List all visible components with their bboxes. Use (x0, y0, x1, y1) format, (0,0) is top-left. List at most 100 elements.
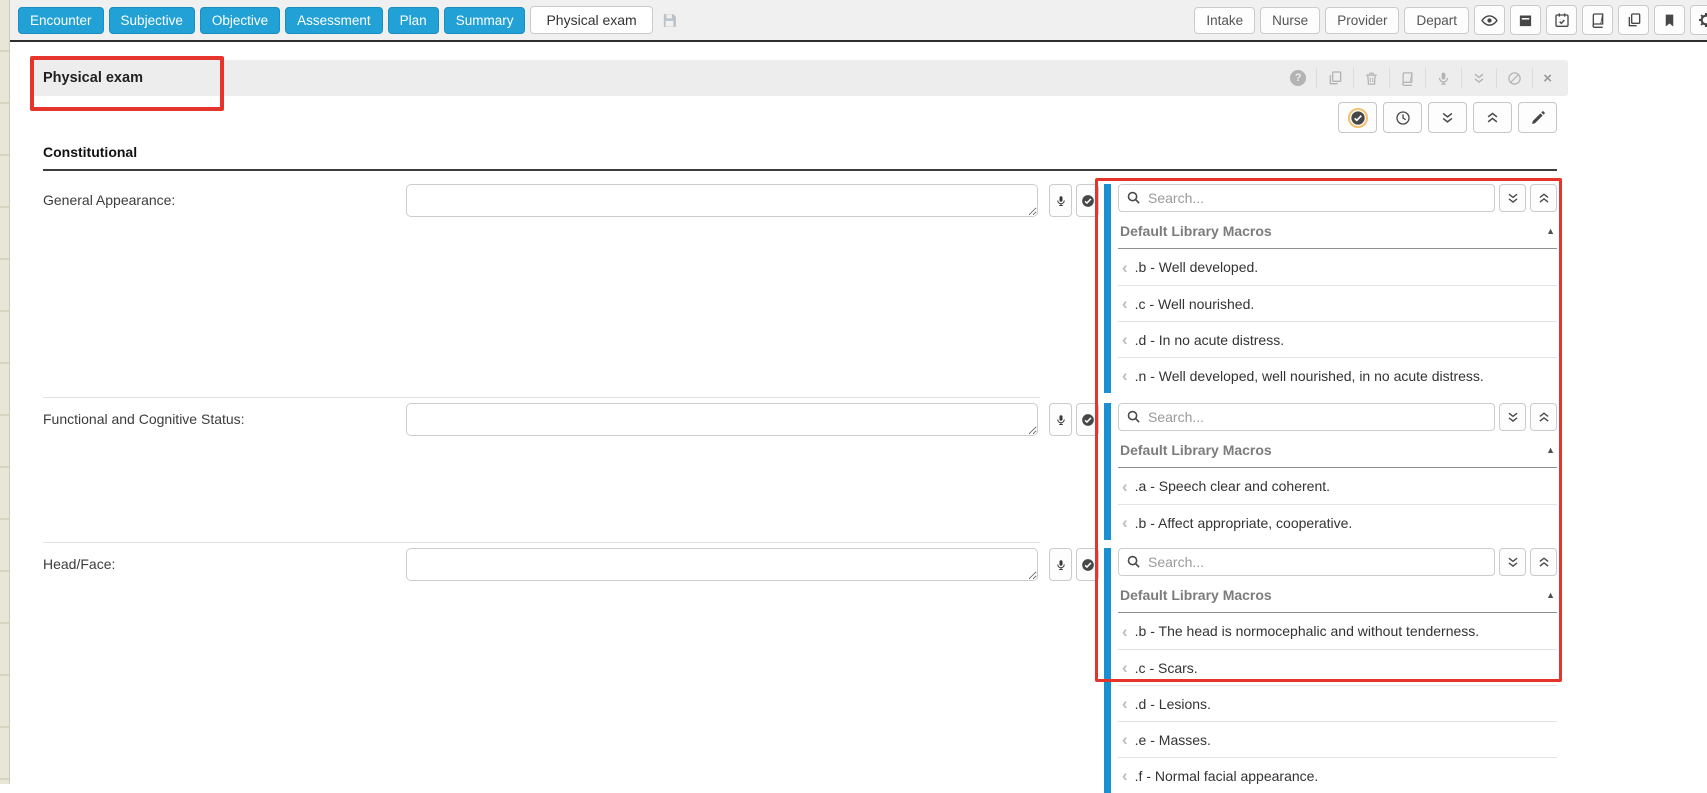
row-divider (43, 397, 1040, 398)
dictate-button[interactable] (1049, 403, 1072, 436)
mark-normal-button[interactable] (1076, 403, 1099, 436)
macro-search-input[interactable] (1118, 184, 1495, 212)
section-library-button[interactable] (1389, 68, 1425, 88)
macro-item-label: .b - Well developed. (1135, 259, 1258, 275)
close-icon: × (1543, 71, 1552, 86)
macro-item[interactable]: ‹.d - Lesions. (1118, 685, 1557, 721)
section-header-bar: Physical exam ? × (30, 60, 1568, 96)
macro-group-header[interactable]: Default Library Macros ▲ (1118, 582, 1557, 613)
macro-item-label: .f - Normal facial appearance. (1135, 768, 1319, 784)
chevrons-down-icon (1506, 191, 1520, 205)
macro-search-input[interactable] (1118, 403, 1495, 431)
macro-item[interactable]: ‹.d - In no acute distress. (1118, 321, 1557, 357)
functional-cognitive-textarea[interactable] (406, 403, 1038, 436)
copy-section-button[interactable] (1316, 68, 1353, 88)
mark-normal-button[interactable] (1076, 548, 1099, 581)
macro-item[interactable]: ‹.b - Well developed. (1118, 249, 1557, 285)
dictate-button[interactable] (1049, 548, 1072, 581)
calendar-check-icon (1554, 12, 1570, 28)
macro-item-label: .n - Well developed, well nourished, in … (1135, 368, 1484, 384)
expand-macros-button[interactable] (1499, 184, 1526, 212)
copy-button[interactable] (1618, 5, 1649, 35)
collapse-macros-button[interactable] (1530, 184, 1557, 212)
expand-macros-button[interactable] (1499, 548, 1526, 576)
macro-panel-accent-bar (1104, 548, 1111, 793)
tab-physical-exam-active[interactable]: Physical exam (530, 6, 652, 34)
macro-group-header[interactable]: Default Library Macros ▲ (1118, 437, 1557, 468)
collapse-macros-button[interactable] (1530, 403, 1557, 431)
search-icon (1126, 409, 1141, 424)
tab-subjective[interactable]: Subjective (109, 7, 195, 34)
macro-item[interactable]: ‹ .f - Normal facial appearance. (1118, 757, 1557, 793)
collapse-all-button[interactable] (1473, 102, 1512, 133)
eye-button[interactable] (1474, 5, 1505, 35)
head-face-textarea[interactable] (406, 548, 1038, 581)
expand-macros-button[interactable] (1499, 403, 1526, 431)
search-icon (1126, 190, 1141, 205)
chevrons-up-icon (1485, 110, 1500, 125)
mark-normal-button[interactable] (1076, 184, 1099, 217)
section-collapse-button[interactable] (1461, 68, 1496, 88)
microphone-icon (1055, 413, 1067, 427)
macro-item[interactable]: ‹.n - Well developed, well nourished, in… (1118, 357, 1557, 393)
topbar-right-group: Intake Nurse Provider Depart (1189, 5, 1707, 35)
library-button[interactable] (1582, 5, 1613, 35)
bookmark-button[interactable] (1654, 5, 1685, 35)
archive-button[interactable] (1510, 5, 1541, 35)
calendar-button[interactable] (1546, 5, 1577, 35)
general-appearance-textarea[interactable] (406, 184, 1038, 217)
help-button[interactable]: ? (1280, 68, 1316, 88)
delete-section-button[interactable] (1353, 68, 1389, 88)
chevrons-up-icon (1537, 191, 1551, 205)
check-circle-icon (1350, 110, 1366, 126)
dictate-button[interactable] (1049, 184, 1072, 217)
chevron-left-icon: ‹ (1122, 623, 1128, 640)
macro-item[interactable]: ‹.b - Affect appropriate, cooperative. (1118, 504, 1557, 540)
microphone-icon (1436, 71, 1451, 86)
gear-icon (1698, 12, 1707, 28)
macro-item[interactable]: ‹.c - Well nourished. (1118, 285, 1557, 321)
tab-summary[interactable]: Summary (444, 7, 526, 34)
macro-item[interactable]: ‹.a - Speech clear and coherent. (1118, 468, 1557, 504)
search-icon (1126, 554, 1141, 569)
macro-search-input[interactable] (1118, 548, 1495, 576)
clock-icon (1395, 110, 1411, 126)
settings-button[interactable] (1690, 5, 1707, 35)
provider-button[interactable]: Provider (1325, 7, 1399, 34)
macro-item[interactable]: ‹ .c - Scars. (1118, 649, 1557, 685)
macro-panel-accent-bar (1104, 184, 1111, 393)
pencil-icon (1530, 110, 1546, 126)
macro-item[interactable]: ‹.e - Masses. (1118, 721, 1557, 757)
chevron-left-icon: ‹ (1122, 514, 1128, 531)
tab-encounter[interactable]: Encounter (18, 7, 104, 34)
caret-up-icon: ▲ (1546, 590, 1555, 600)
macro-group-header[interactable]: Default Library Macros ▲ (1118, 218, 1557, 249)
chevron-left-icon: ‹ (1122, 295, 1128, 312)
field-label: Functional and Cognitive Status: (43, 411, 245, 427)
top-toolbar: Encounter Subjective Objective Assessmen… (10, 0, 1707, 42)
macro-item-label: .d - In no acute distress. (1135, 332, 1284, 348)
field-label: Head/Face: (43, 556, 115, 572)
collapse-macros-button[interactable] (1530, 548, 1557, 576)
edit-button[interactable] (1518, 102, 1557, 133)
macro-item-label: .c - Scars. (1135, 660, 1198, 676)
intake-button[interactable]: Intake (1194, 7, 1255, 34)
check-circle-icon (1081, 413, 1095, 427)
section-disable-button[interactable] (1496, 68, 1532, 88)
help-icon: ? (1290, 70, 1306, 86)
nurse-button[interactable]: Nurse (1260, 7, 1320, 34)
complete-normals-button[interactable] (1338, 102, 1377, 133)
tab-objective[interactable]: Objective (200, 7, 280, 34)
main-content: Physical exam ? × Constitutional General… (10, 44, 1707, 784)
chevron-left-icon: ‹ (1122, 659, 1128, 676)
section-dictate-button[interactable] (1425, 68, 1461, 88)
macro-item[interactable]: ‹.b - The head is normocephalic and with… (1118, 613, 1557, 649)
tab-plan[interactable]: Plan (388, 7, 439, 34)
depart-button[interactable]: Depart (1404, 7, 1469, 34)
chevron-left-icon: ‹ (1122, 767, 1128, 784)
tab-assessment[interactable]: Assessment (285, 7, 383, 34)
history-button[interactable] (1383, 102, 1422, 133)
section-close-button[interactable]: × (1532, 68, 1562, 88)
bookmark-icon (1662, 13, 1677, 28)
expand-all-button[interactable] (1428, 102, 1467, 133)
